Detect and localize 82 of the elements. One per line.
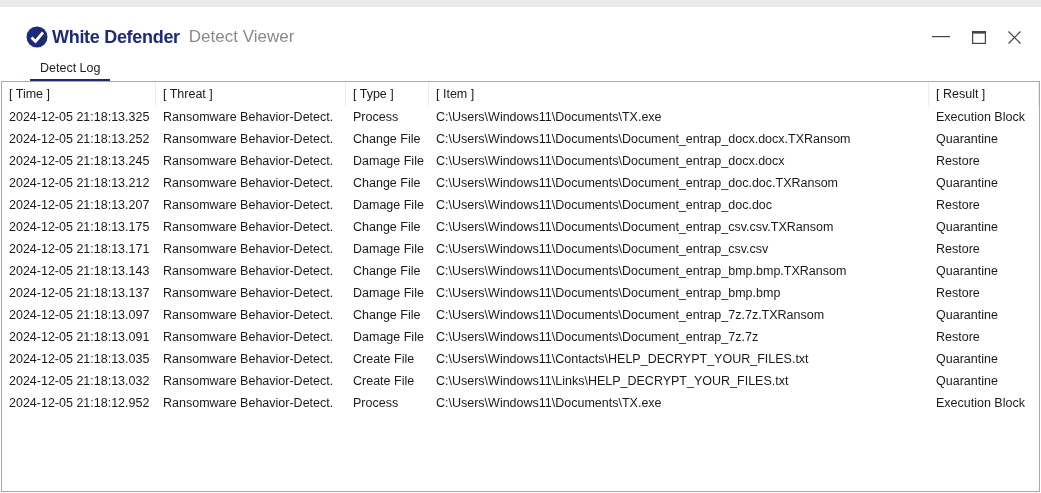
table-cell-text: Restore [935,330,981,344]
table-cell-text: Damage File [352,154,425,168]
table-cell-text: Ransomware Behavior-Detect. [162,154,335,168]
table-cell-text: 2024-12-05 21:18:13.032 [8,374,151,388]
table-cell-text: Change File [352,220,422,234]
table-cell-text: Damage File [352,330,425,344]
table-cell-text: 2024-12-05 21:18:13.171 [8,242,151,256]
table-cell-text: Change File [352,176,422,190]
table-cell-text: 2024-12-05 21:18:13.137 [8,286,151,300]
column-header[interactable]: [ Result ] [929,82,1039,106]
table-cell-text: Ransomware Behavior-Detect. [162,198,335,212]
table-cell-text: C:\Users\Windows11\Contacts\HELP_DECRYPT_YOUR_FILES.txt [435,352,810,366]
table-cell-text: Ransomware Behavior-Detect. [162,220,335,234]
table-cell-text: C:\Users\Windows11\Documents\Document_entrap_csv.csv [435,242,770,256]
table-cell-text: 2024-12-05 21:18:13.212 [8,176,151,190]
table-cell-text: Change File [352,264,422,278]
table-cell-text: Damage File [352,242,425,256]
table-cell-text: Quarantine [935,176,999,190]
table-cell-text: 2024-12-05 21:18:13.091 [8,330,151,344]
table-cell-text: 2024-12-05 21:18:13.252 [8,132,151,146]
table-cell-text: Ransomware Behavior-Detect. [162,110,335,124]
table-cell-text: C:\Users\Windows11\Documents\Document_entrap_docx.docx.TXRansom [435,132,852,146]
table-cell-text: Quarantine [935,352,999,366]
table-cell-text: Quarantine [935,308,999,322]
table-cell-text: 2024-12-05 21:18:13.097 [8,308,151,322]
table-cell-text: Ransomware Behavior-Detect. [162,308,335,322]
maximize-icon[interactable] [972,30,986,44]
table-cell-text: Ransomware Behavior-Detect. [162,176,335,190]
table-cell-text: 2024-12-05 21:18:13.175 [8,220,151,234]
table-cell-text: Create File [352,352,416,366]
tab[interactable]: Detect Log [30,61,111,81]
table-cell-text: Execution Block [935,110,1026,124]
table-cell-text: Execution Block [935,396,1026,410]
table-cell-text: C:\Users\Windows11\Documents\Document_entrap_7z.7z.TXRansom [435,308,826,322]
column-header[interactable]: [ Item ] [429,82,929,106]
column-header[interactable]: [ Threat ] [156,82,346,106]
table-cell-text: Quarantine [935,374,999,388]
table-cell-text: C:\Users\Windows11\Documents\Document_entrap_bmp.bmp [435,286,782,300]
table-cell-text: Quarantine [935,264,999,278]
column-header[interactable]: [ Time ] [2,82,156,106]
table-cell-text: Restore [935,286,981,300]
table-cell-text: Ransomware Behavior-Detect. [162,396,335,410]
table-cell-text: C:\Users\Windows11\Documents\Document_entrap_docx.docx [435,154,786,168]
minimize-icon[interactable] [932,36,950,38]
table-cell-text: Create File [352,374,416,388]
table-cell-text: 2024-12-05 21:18:13.035 [8,352,151,366]
table-cell-text: Ransomware Behavior-Detect. [162,374,335,388]
table-cell-text: Change File [352,308,422,322]
column-header[interactable]: [ Type ] [346,82,429,106]
table-cell-text: Ransomware Behavior-Detect. [162,264,335,278]
table-cell-text: Process [352,396,400,410]
table-cell-text: 2024-12-05 21:18:13.143 [8,264,151,278]
table-cell-text: C:\Users\Windows11\Documents\Document_entrap_bmp.bmp.TXRansom [435,264,848,278]
table-cell-text: C:\Users\Windows11\Documents\Document_entrap_csv.csv.TXRansom [435,220,835,234]
table-cell-text: Process [352,110,400,124]
table-cell-text: Restore [935,198,981,212]
table-cell-text: Ransomware Behavior-Detect. [162,352,335,366]
table-cell-text: Quarantine [935,132,999,146]
table-cell-text: 2024-12-05 21:18:13.207 [8,198,151,212]
table-cell-text: 2024-12-05 21:18:12.952 [8,396,151,410]
window-title: Detect Viewer [188,27,295,47]
table-cell-text: 2024-12-05 21:18:13.245 [8,154,151,168]
check-circle-icon [26,26,48,48]
table-cell-text: Ransomware Behavior-Detect. [162,330,335,344]
table-cell-text: Damage File [352,286,425,300]
table-cell-text: Change File [352,132,422,146]
table-cell-text: Ransomware Behavior-Detect. [162,132,335,146]
table-cell-text: C:\Users\Windows11\Documents\Document_entrap_doc.doc [435,198,774,212]
table-cell-text: C:\Users\Windows11\Documents\TX.exe [435,396,663,410]
table-cell-text: Quarantine [935,220,999,234]
table-cell-text: Restore [935,242,981,256]
table-cell-text: Restore [935,154,981,168]
table-cell-text: Damage File [352,198,425,212]
table-cell-text: C:\Users\Windows11\Documents\Document_entrap_doc.doc.TXRansom [435,176,840,190]
table-cell-text: C:\Users\Windows11\Documents\Document_entrap_7z.7z [435,330,760,344]
table-cell-text: C:\Users\Windows11\Documents\TX.exe [435,110,663,124]
table-cell-text: Ransomware Behavior-Detect. [162,286,335,300]
table-cell-text: C:\Users\Windows11\Links\HELP_DECRYPT_YOUR_FILES.txt [435,374,790,388]
close-icon[interactable] [1008,30,1021,44]
table-cell-text: 2024-12-05 21:18:13.325 [8,110,151,124]
table-cell-text: Ransomware Behavior-Detect. [162,242,335,256]
brand-name: White Defender [52,26,180,48]
